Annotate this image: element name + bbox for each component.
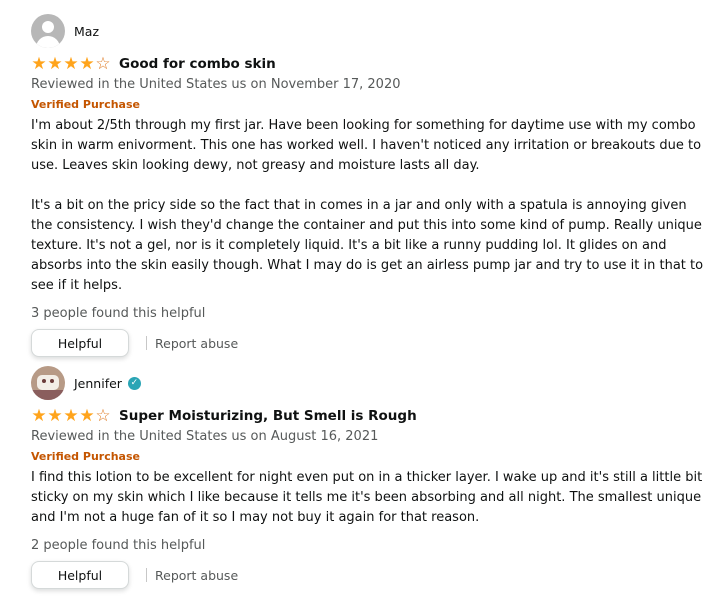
review-paragraph: It's a bit on the pricy side so the fact…: [31, 198, 704, 293]
star-icon: ★: [79, 53, 95, 74]
divider: [146, 568, 147, 582]
review-title[interactable]: Good for combo skin: [119, 56, 276, 72]
helpful-count: 2 people found this helpful: [31, 538, 206, 553]
verified-badge-icon: ✓: [127, 376, 141, 390]
helpful-count: 3 people found this helpful: [31, 306, 206, 321]
star-rating[interactable]: ★ ★ ★ ★ ☆: [31, 53, 111, 74]
review-paragraph: I find this lotion to be excellent for n…: [31, 470, 703, 525]
star-icon: ★: [31, 53, 47, 74]
reviewer-name[interactable]: Maz: [74, 24, 99, 39]
star-icon: ★: [79, 405, 95, 426]
star-icon: ★: [63, 53, 79, 74]
star-rating[interactable]: ★ ★ ★ ★ ☆: [31, 405, 111, 426]
review-title[interactable]: Super Moisturizing, But Smell is Rough: [119, 408, 417, 424]
review-card: Maz ★ ★ ★ ★ ☆ Good for combo skin Review…: [31, 14, 711, 357]
star-icon: ★: [47, 405, 63, 426]
review-body: I'm about 2/5th through my first jar. Ha…: [31, 116, 711, 296]
verified-purchase-label: Verified Purchase: [31, 98, 140, 111]
star-icon: ★: [47, 53, 63, 74]
review-body: I find this lotion to be excellent for n…: [31, 468, 711, 528]
report-abuse-link[interactable]: Report abuse: [155, 568, 238, 583]
review-card: Jennifer ✓ ★ ★ ★ ★ ☆ Super Moisturizing,…: [31, 366, 711, 589]
report-abuse-link[interactable]: Report abuse: [155, 336, 238, 351]
review-paragraph: I'm about 2/5th through my first jar. Ha…: [31, 118, 702, 173]
divider: [146, 336, 147, 350]
avatar: [31, 366, 65, 400]
review-date: Reviewed in the United States us on Nove…: [31, 77, 401, 92]
star-outline-icon: ☆: [95, 53, 111, 74]
review-date: Reviewed in the United States us on Augu…: [31, 429, 379, 444]
helpful-button[interactable]: Helpful: [31, 561, 129, 589]
default-avatar-icon: [31, 14, 65, 48]
helpful-button[interactable]: Helpful: [31, 329, 129, 357]
star-outline-icon: ☆: [95, 405, 111, 426]
reviewer-profile[interactable]: Maz: [31, 14, 711, 48]
reviewer-name[interactable]: Jennifer: [74, 376, 122, 391]
star-icon: ★: [31, 405, 47, 426]
reviewer-profile[interactable]: Jennifer ✓: [31, 366, 711, 400]
star-icon: ★: [63, 405, 79, 426]
verified-purchase-label: Verified Purchase: [31, 450, 140, 463]
